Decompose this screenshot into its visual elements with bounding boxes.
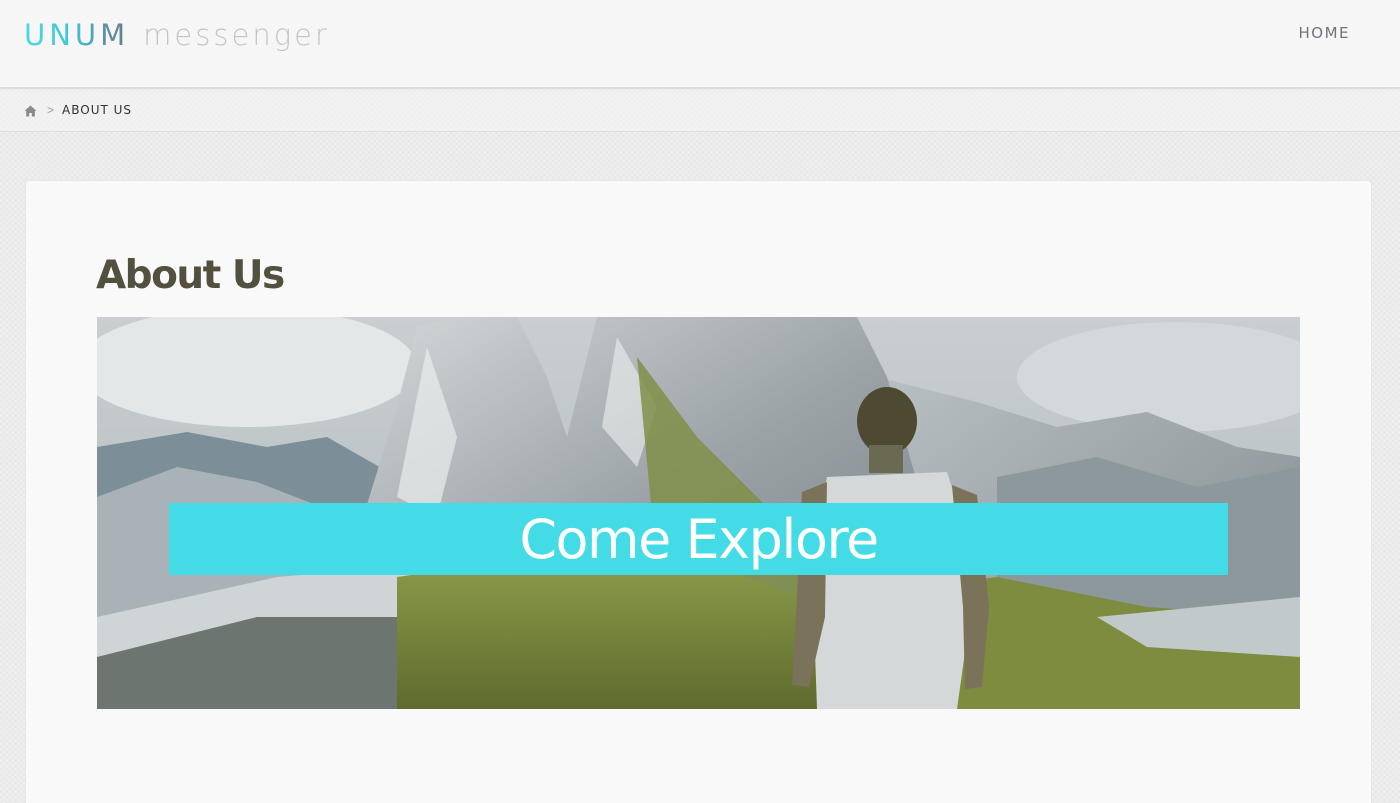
breadcrumb-separator: > — [47, 103, 55, 117]
banner-caption-box: Come Explore — [169, 503, 1228, 575]
breadcrumb-current: ABOUT US — [62, 103, 133, 117]
breadcrumb: > ABOUT US — [0, 89, 1400, 132]
logo-brand: UNUM — [24, 18, 130, 52]
logo[interactable]: UNUM messenger — [24, 18, 330, 52]
banner-caption: Come Explore — [519, 507, 879, 571]
site-header: UNUM messenger HOME — [0, 0, 1400, 88]
nav-home-link[interactable]: HOME — [1298, 24, 1350, 42]
logo-product: messenger — [143, 18, 330, 52]
content-card: About Us Come Explore — [25, 180, 1372, 803]
home-icon[interactable] — [24, 104, 37, 117]
banner-image: Come Explore — [97, 317, 1300, 709]
page-title: About Us — [96, 253, 285, 298]
